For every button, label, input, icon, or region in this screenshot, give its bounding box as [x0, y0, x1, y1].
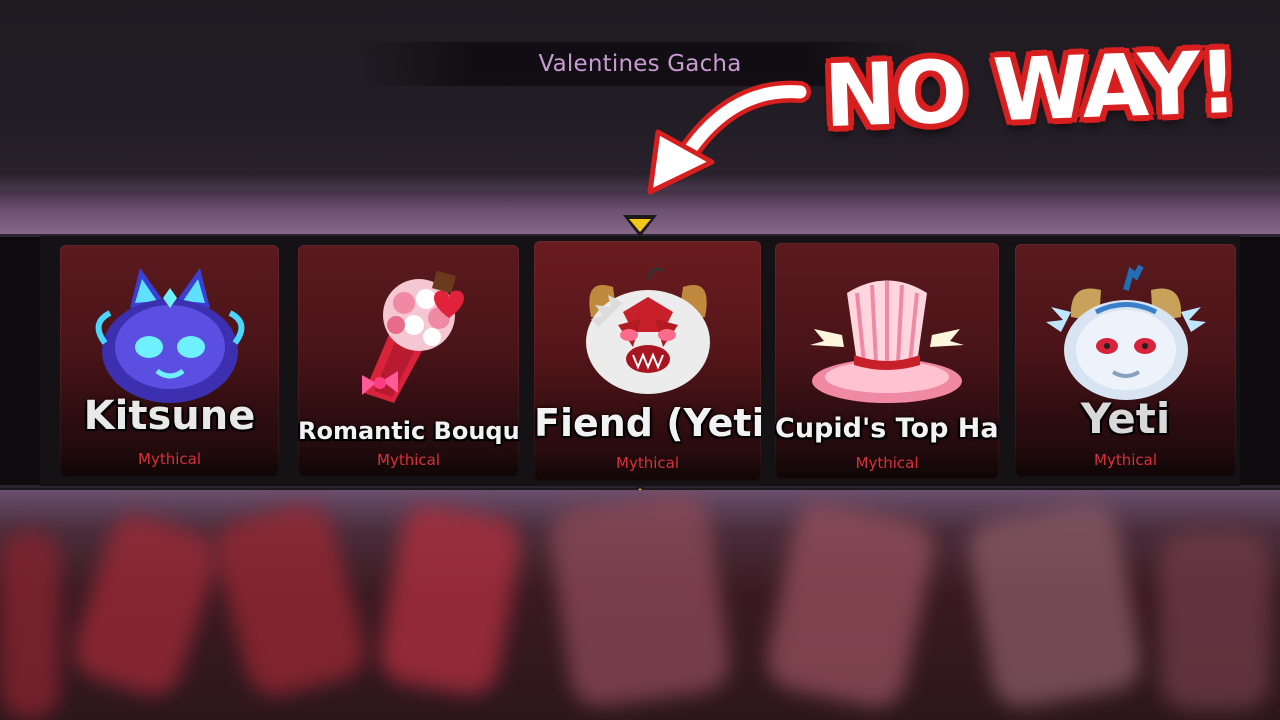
bouquet-icon: [361, 270, 464, 403]
item-name: Fiend (Yeti): [534, 401, 761, 445]
item-name: Cupid's Top Hat: [775, 413, 999, 444]
reel-item-cupids-top-hat: Cupid's Top Hat Mythical: [775, 243, 999, 479]
item-rarity: Mythical: [1094, 451, 1157, 469]
fiend-yeti-icon: [585, 267, 710, 394]
reel-item-kitsune: Kitsune Mythical: [60, 245, 279, 477]
item-name: Romantic Bouquet: [298, 417, 519, 445]
item-name: Kitsune: [83, 393, 256, 439]
reel-item-fiend-yeti: Fiend (Yeti) Mythical: [534, 241, 761, 481]
pointing-arrow-icon: [647, 80, 811, 195]
yeti-icon: [1045, 264, 1206, 400]
blurred-reflection: [0, 490, 1280, 720]
item-rarity: Mythical: [855, 454, 919, 472]
reel-item-yeti: Yeti Mythical: [1015, 244, 1236, 477]
selector-down-arrow-icon: [623, 215, 657, 237]
item-rarity: Mythical: [138, 450, 201, 468]
no-way-text: NO WAY!: [822, 32, 1238, 148]
item-rarity: Mythical: [377, 451, 440, 469]
no-way-caption: NO WAY!: [800, 33, 1260, 147]
top-hat-icon: [810, 280, 964, 403]
item-name: Yeti: [1080, 394, 1171, 443]
item-rarity: Mythical: [616, 454, 679, 472]
reel-item-romantic-bouquet: Romantic Bouquet Mythical: [298, 245, 519, 477]
kitsune-icon: [95, 268, 244, 403]
